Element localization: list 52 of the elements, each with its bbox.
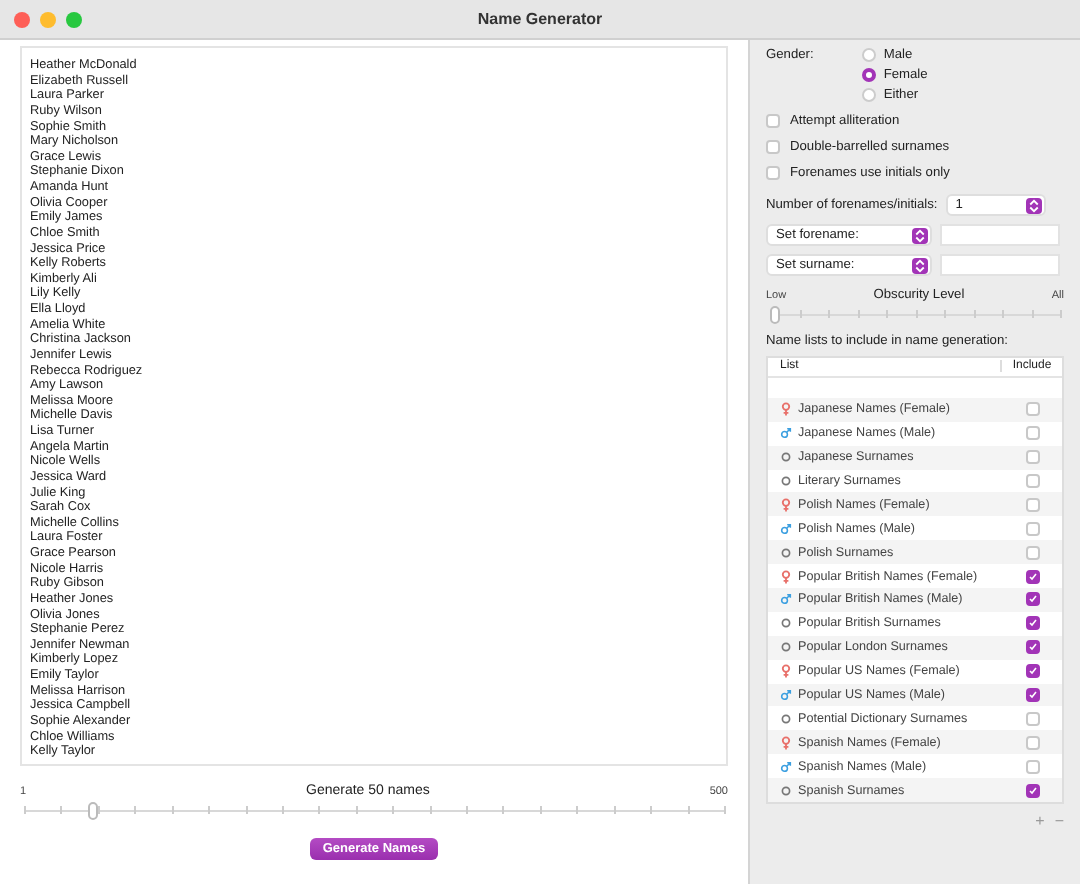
include-checkbox[interactable] — [1025, 687, 1039, 702]
male-symbol-icon — [780, 521, 792, 536]
include-checkbox[interactable] — [1025, 735, 1039, 750]
male-symbol-icon — [780, 426, 792, 441]
include-checkbox[interactable] — [1025, 473, 1039, 488]
zoom-icon[interactable] — [66, 12, 82, 28]
female-symbol-icon — [780, 402, 792, 417]
circle-icon — [780, 450, 792, 465]
minimize-icon[interactable] — [40, 12, 56, 28]
circle-icon — [780, 473, 792, 488]
obscurity-slider[interactable] — [770, 306, 1060, 324]
surname-field[interactable] — [940, 254, 1060, 276]
count-slider[interactable] — [24, 802, 724, 820]
window-title: Name Generator — [477, 10, 603, 28]
male-symbol-icon — [780, 592, 792, 607]
male-symbol-icon — [780, 759, 792, 774]
female-symbol-icon — [780, 569, 792, 584]
checkbox[interactable] — [766, 114, 780, 128]
names-text-area[interactable] — [20, 46, 728, 766]
include-checkbox[interactable] — [1025, 759, 1039, 774]
circle-icon — [780, 711, 792, 726]
include-checkbox[interactable] — [1025, 497, 1039, 512]
include-checkbox[interactable] — [1025, 569, 1039, 584]
include-checkbox[interactable] — [1025, 592, 1039, 607]
circle-icon — [780, 616, 792, 631]
checkbox[interactable] — [766, 166, 780, 180]
updown-icon — [912, 227, 928, 243]
include-checkbox[interactable] — [1025, 640, 1039, 655]
include-checkbox[interactable] — [1025, 545, 1039, 560]
female-symbol-icon — [780, 497, 792, 512]
circle-icon — [780, 545, 792, 560]
include-checkbox[interactable] — [1025, 711, 1039, 726]
include-checkbox[interactable] — [1025, 426, 1039, 441]
slider-thumb[interactable] — [88, 802, 98, 820]
include-checkbox[interactable] — [1025, 521, 1039, 536]
updown-icon — [912, 257, 928, 273]
circle-icon — [780, 783, 792, 798]
updown-icon — [1025, 197, 1042, 213]
include-checkbox[interactable] — [1025, 450, 1039, 465]
radio-button[interactable] — [861, 68, 876, 82]
include-checkbox[interactable] — [1025, 783, 1039, 798]
slider-thumb[interactable] — [770, 306, 780, 324]
male-symbol-icon — [780, 687, 792, 702]
include-checkbox[interactable] — [1025, 402, 1039, 417]
female-symbol-icon — [780, 735, 792, 750]
include-checkbox[interactable] — [1025, 664, 1039, 679]
checkbox[interactable] — [766, 140, 780, 154]
include-checkbox[interactable] — [1025, 616, 1039, 631]
forename-field[interactable] — [940, 224, 1060, 246]
close-icon[interactable] — [14, 12, 30, 28]
circle-icon — [780, 640, 792, 655]
female-symbol-icon — [780, 664, 792, 679]
